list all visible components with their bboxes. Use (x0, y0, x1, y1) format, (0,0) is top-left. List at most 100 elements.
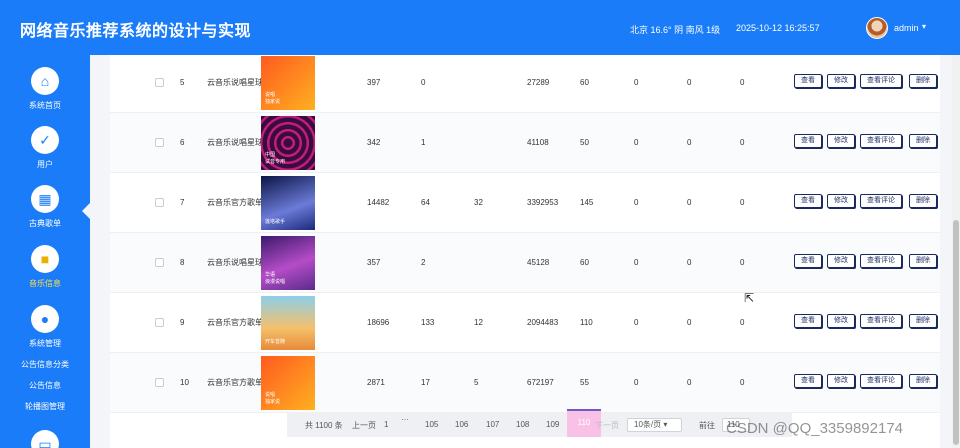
row-number: 10 (180, 378, 189, 387)
edit-button[interactable]: 修改 (827, 254, 855, 268)
view-button[interactable]: 查看 (794, 314, 822, 328)
row-value-2: 64 (421, 198, 430, 207)
sidebar-subitem-carousel[interactable]: 轮播图管理 (0, 401, 90, 412)
edit-button[interactable]: 修改 (827, 314, 855, 328)
row-checkbox[interactable] (155, 78, 164, 87)
row-category: 云音乐说唱星球 (207, 258, 263, 267)
page-105[interactable]: 105 (425, 420, 438, 429)
page-107[interactable]: 107 (486, 420, 499, 429)
row-value-6: 0 (634, 378, 639, 387)
scrollbar-thumb[interactable] (953, 220, 959, 445)
bulb-icon: ● (31, 305, 59, 333)
cover-image: 莲塔歌手 (261, 176, 315, 230)
sidebar-item-system[interactable]: ● 系统管理 (0, 305, 90, 349)
row-value-6: 0 (634, 78, 639, 87)
table-row: 6 云音乐说唱星球 342 1 41108 50 0 0 0 中国 试音专用 查看 修改 查看评论 删除 (110, 113, 940, 173)
edit-button[interactable]: 修改 (827, 74, 855, 88)
row-value-7: 0 (687, 378, 692, 387)
user-name[interactable]: admin (894, 23, 919, 33)
page-1[interactable]: 1 (384, 420, 388, 429)
page-106[interactable]: 106 (455, 420, 468, 429)
row-category: 云音乐官方歌单 (207, 378, 263, 387)
edit-button[interactable]: 修改 (827, 374, 855, 388)
row-checkbox[interactable] (155, 138, 164, 147)
row-value-7: 0 (687, 318, 692, 327)
datetime: 2025-10-12 16:25:57 (736, 23, 820, 33)
row-value-2: 1 (421, 138, 426, 147)
row-value-6: 0 (634, 198, 639, 207)
goto-label: 前往 (699, 421, 715, 430)
view-button[interactable]: 查看 (794, 254, 822, 268)
scrollbar[interactable] (952, 55, 960, 448)
row-number: 5 (180, 78, 185, 87)
row-value-7: 0 (687, 138, 692, 147)
view-button[interactable]: 查看 (794, 134, 822, 148)
page-size-select[interactable]: 10条/页 ▾ (627, 418, 682, 432)
view-button[interactable]: 查看 (794, 74, 822, 88)
view-comments-button[interactable]: 查看评论 (860, 314, 902, 328)
prev-page-button[interactable]: 上一页 (352, 420, 376, 431)
watermark: CSDN @QQ_3359892174 (726, 420, 903, 437)
view-button[interactable]: 查看 (794, 194, 822, 208)
view-button[interactable]: 查看 (794, 374, 822, 388)
row-value-4: 27289 (527, 78, 550, 87)
row-checkbox[interactable] (155, 378, 164, 387)
delete-button[interactable]: 删除 (909, 194, 937, 208)
view-comments-button[interactable]: 查看评论 (860, 194, 902, 208)
app-title: 网络音乐推荐系统的设计与实现 (20, 23, 252, 40)
delete-button[interactable]: 删除 (909, 74, 937, 88)
grid-icon: ▦ (31, 185, 59, 213)
sidebar-item-label: 系统管理 (29, 339, 61, 348)
row-value-4: 45128 (527, 258, 550, 267)
delete-button[interactable]: 删除 (909, 374, 937, 388)
view-comments-button[interactable]: 查看评论 (860, 374, 902, 388)
view-comments-button[interactable]: 查看评论 (860, 134, 902, 148)
row-category: 云音乐官方歌单 (207, 198, 263, 207)
page-109[interactable]: 109 (546, 420, 559, 429)
cover-caption: 中国 试音专用 (265, 152, 286, 165)
clipboard-icon: ✓ (31, 126, 59, 154)
page-ellipsis[interactable]: ··· (401, 415, 409, 424)
edit-button[interactable]: 修改 (827, 134, 855, 148)
row-value-4: 2094483 (527, 318, 559, 327)
page-108[interactable]: 108 (516, 420, 529, 429)
row-checkbox[interactable] (155, 198, 164, 207)
row-value-8: 0 (740, 258, 745, 267)
row-value-6: 0 (634, 138, 639, 147)
view-comments-button[interactable]: 查看评论 (860, 254, 902, 268)
sidebar-item-label: 古典歌单 (29, 219, 61, 228)
sidebar-item-users[interactable]: ✓ 用户 (0, 126, 90, 170)
row-value-2: 2 (421, 258, 426, 267)
main-content: 5 云音乐说唱星球 397 0 27289 60 0 0 0 说唱 独家说 查看 修改 查看评论 删除 6 云… (90, 55, 952, 448)
row-value-5: 110 (580, 318, 593, 327)
sidebar-item-classical[interactable]: ▦ 古典歌单 (0, 185, 90, 229)
next-page-button[interactable]: 下一页 (595, 420, 619, 431)
delete-button[interactable]: 删除 (909, 314, 937, 328)
sidebar: ⌂ 系统首页 ✓ 用户 ▦ 古典歌单 ■ 音乐信息 ● 系统管理 公告信息分类 … (0, 55, 90, 448)
delete-button[interactable]: 删除 (909, 134, 937, 148)
chevron-down-icon[interactable]: ▾ (922, 22, 926, 31)
window-icon: ▭ (31, 430, 59, 448)
sidebar-subitem-notice-category[interactable]: 公告信息分类 (0, 359, 90, 370)
row-value-1: 342 (367, 138, 381, 147)
row-number: 9 (180, 318, 185, 327)
cover-image: 华语 浪漫说唱 (261, 236, 315, 290)
sidebar-item-home[interactable]: ⌂ 系统首页 (0, 67, 90, 111)
avatar[interactable] (866, 17, 888, 39)
delete-button[interactable]: 删除 (909, 254, 937, 268)
row-value-2: 0 (421, 78, 426, 87)
sidebar-item-label: 音乐信息 (29, 279, 61, 288)
row-checkbox[interactable] (155, 258, 164, 267)
top-bar: 网络音乐推荐系统的设计与实现 北京 16.6° 阴 南风 1级 2025-10-… (0, 0, 960, 55)
sidebar-item-label: 系统首页 (29, 101, 61, 110)
edit-button[interactable]: 修改 (827, 194, 855, 208)
row-value-3: 5 (474, 378, 479, 387)
row-value-8: 0 (740, 378, 745, 387)
row-value-1: 397 (367, 78, 381, 87)
row-number: 8 (180, 258, 185, 267)
sidebar-item-more[interactable]: ▭ (0, 430, 90, 448)
row-checkbox[interactable] (155, 318, 164, 327)
view-comments-button[interactable]: 查看评论 (860, 74, 902, 88)
sidebar-subitem-notice[interactable]: 公告信息 (0, 380, 90, 391)
sidebar-item-music[interactable]: ■ 音乐信息 (0, 245, 90, 289)
